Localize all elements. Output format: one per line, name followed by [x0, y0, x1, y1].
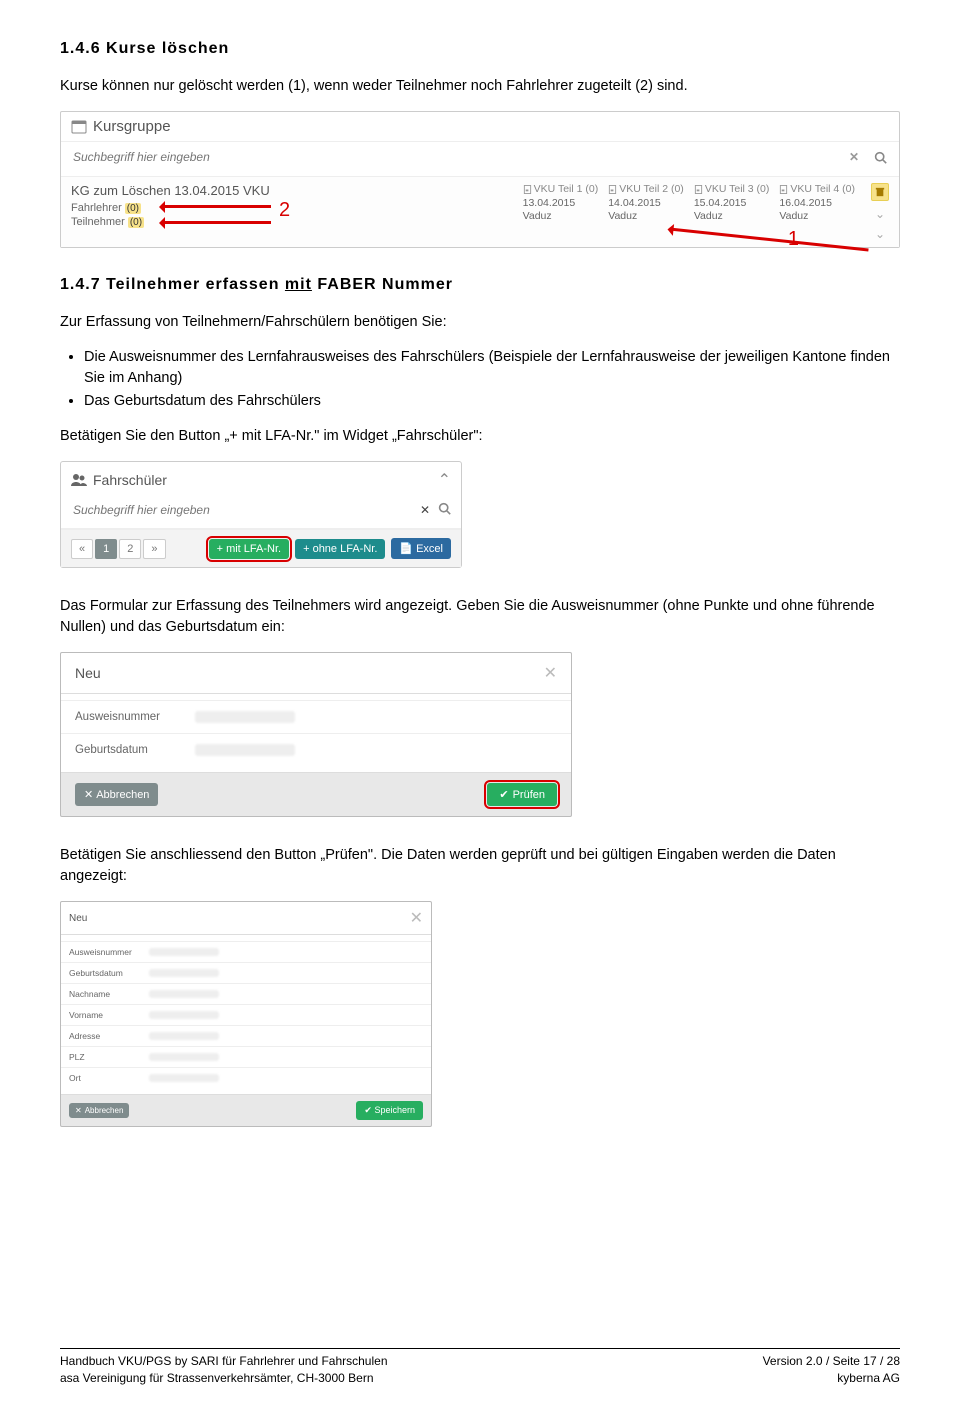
delete-course-button[interactable]: [871, 183, 889, 201]
fahrlehrer-count: Fahrlehrer (0): [71, 202, 270, 214]
annotation-arrow-2: [161, 205, 271, 208]
chevron-down-icon[interactable]: ⌄: [875, 207, 885, 221]
para-146: Kurse können nur gelöscht werden (1), we…: [60, 76, 900, 97]
close-icon[interactable]: ✕: [544, 663, 557, 683]
page-2[interactable]: 2: [119, 539, 141, 559]
page-next[interactable]: »: [143, 539, 165, 559]
fahrschueler-search-input[interactable]: [71, 502, 412, 518]
excel-button[interactable]: 📄 Excel: [391, 538, 451, 559]
heading-147: 1.4.7 Teilnehmer erfassen mit FABER Numm…: [60, 276, 900, 294]
kursgruppe-search-input[interactable]: [71, 149, 837, 165]
screenshot-kursgruppe: Kursgruppe ✕ KG zum Löschen 13.04.2015 V…: [60, 111, 900, 248]
kursgruppe-title: Kursgruppe: [93, 118, 171, 135]
heading-146: 1.4.6 Kurse löschen: [60, 40, 900, 58]
footer-right-2: kyberna AG: [763, 1370, 900, 1387]
geburtsdatum-value[interactable]: [195, 744, 295, 756]
action-147: Betätigen Sie den Button „+ mit LFA-Nr."…: [60, 426, 900, 447]
search-icon[interactable]: [438, 502, 451, 518]
footer-left-1: Handbuch VKU/PGS by SARI für Fahrlehrer …: [60, 1353, 388, 1370]
pruefen-button[interactable]: ✔ Prüfen: [487, 783, 557, 806]
screenshot-neu-modal-filled: Neu✕ Ausweisnummer Geburtsdatum Nachname…: [60, 901, 432, 1127]
page-prev[interactable]: «: [71, 539, 93, 559]
page-1[interactable]: 1: [95, 539, 117, 559]
abbrechen-button[interactable]: ✕ Abbrechen: [75, 783, 158, 806]
calendar-icon: [71, 119, 87, 135]
intro-147: Zur Erfassung von Teilnehmern/Fahrschüle…: [60, 312, 900, 333]
ohne-lfa-button[interactable]: + ohne LFA-Nr.: [295, 539, 385, 559]
annotation-arrow-2b: [161, 221, 271, 224]
annotation-number-1: 1: [788, 228, 799, 251]
screenshot-fahrschueler-widget: Fahrschüler ⌃ ✕ « 1 2 » + mit LFA-Nr. + …: [60, 461, 462, 568]
modal2-title: Neu: [69, 913, 87, 924]
footer-left-2: asa Vereinigung für Strassenverkehrsämte…: [60, 1370, 388, 1387]
para-modal1: Das Formular zur Erfassung des Teilnehme…: [60, 596, 900, 638]
ausweisnummer-value[interactable]: [195, 711, 295, 723]
abbrechen-button[interactable]: ✕ Abbrechen: [69, 1103, 129, 1118]
clear-icon[interactable]: ✕: [420, 503, 430, 517]
course-title: KG zum Löschen 13.04.2015 VKU: [71, 183, 270, 198]
close-icon[interactable]: ✕: [410, 908, 423, 928]
chevron-down-icon[interactable]: ⌄: [875, 227, 885, 241]
screenshot-neu-modal: Neu ✕ Ausweisnummer Geburtsdatum ✕ Abbrec…: [60, 652, 572, 817]
footer-right-1: Version 2.0 / Seite 17 / 28: [763, 1353, 900, 1370]
para-modal2: Betätigen Sie anschliessend den Button „…: [60, 845, 900, 887]
ausweisnummer-label: Ausweisnummer: [75, 711, 195, 723]
search-icon[interactable]: [871, 148, 889, 166]
speichern-button[interactable]: ✔ Speichern: [356, 1101, 423, 1120]
mit-lfa-button[interactable]: + mit LFA-Nr.: [209, 539, 290, 559]
clear-icon[interactable]: ✕: [845, 148, 863, 166]
geburtsdatum-label: Geburtsdatum: [75, 744, 195, 756]
page-footer: Handbuch VKU/PGS by SARI für Fahrlehrer …: [60, 1348, 900, 1387]
annotation-number-2: 2: [279, 199, 290, 222]
fahrschueler-title: Fahrschüler: [93, 472, 167, 488]
users-icon: [71, 472, 87, 488]
bullets-147: Die Ausweisnummer des Lernfahrausweises …: [84, 347, 900, 412]
pagination: « 1 2 »: [71, 539, 166, 559]
collapse-icon[interactable]: ⌃: [438, 470, 451, 490]
modal-title: Neu: [75, 665, 101, 681]
